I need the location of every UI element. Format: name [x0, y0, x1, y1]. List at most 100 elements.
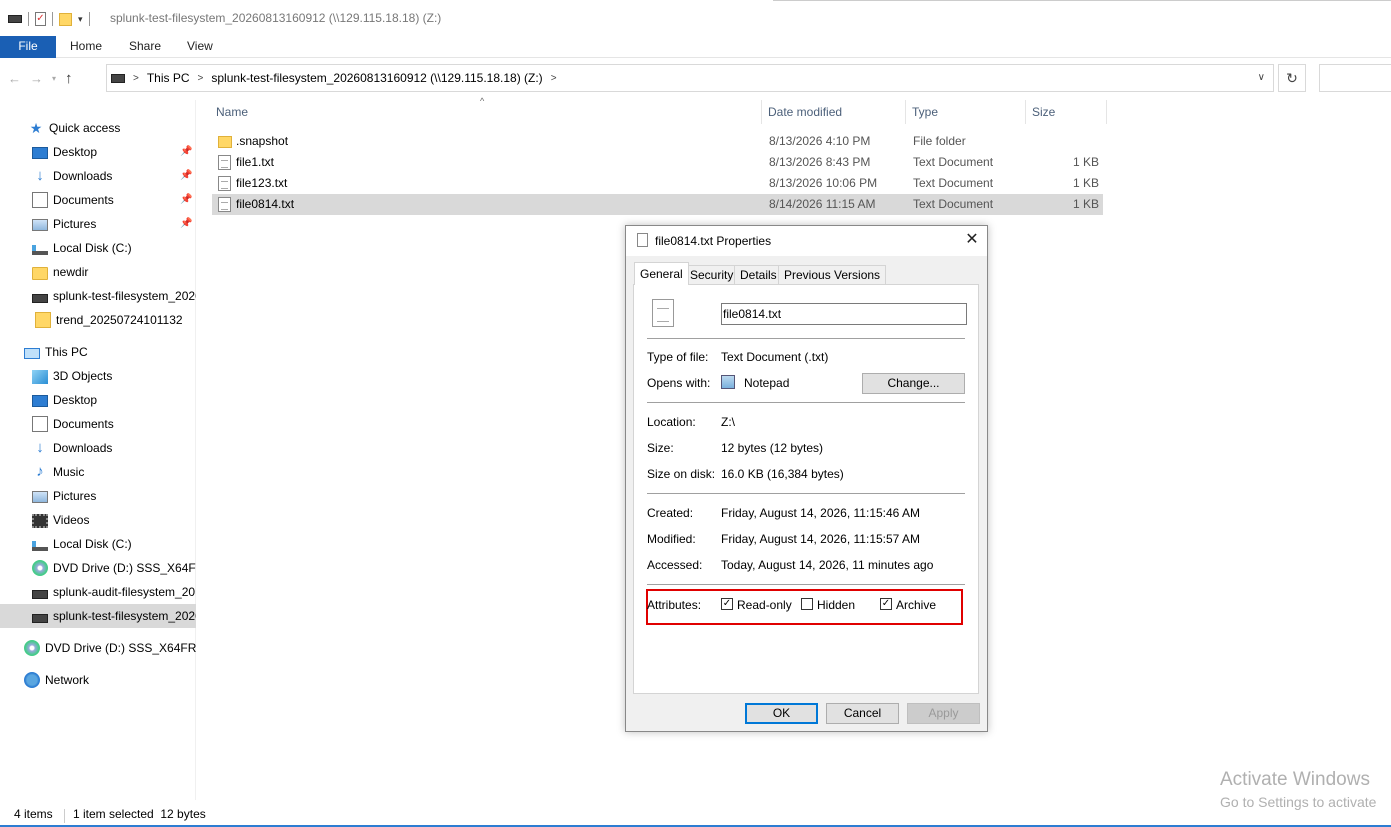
column-header-size[interactable]: Size [1028, 100, 1107, 124]
item-count: 4 items [14, 807, 53, 821]
navigation-buttons: ← → ▾ ↑ [8, 67, 73, 89]
folder-icon [32, 266, 48, 280]
desktop-icon [32, 395, 48, 407]
breadcrumb-drive[interactable]: splunk-test-filesystem_20260813160912 (\… [211, 71, 542, 85]
nav-item-documents[interactable]: Documents 📌 [0, 188, 196, 212]
nav-item-local-disk[interactable]: Local Disk (C:) [0, 236, 196, 260]
file-row[interactable]: file1.txt 8/13/2026 8:43 PM Text Documen… [212, 152, 1103, 173]
attributes-label: Attributes: [647, 598, 702, 612]
close-icon[interactable]: ✕ [957, 226, 987, 256]
nav-item-3d-objects[interactable]: 3D Objects [0, 364, 196, 388]
text-file-icon [218, 197, 231, 212]
nav-item-splunk-audit-filesystem[interactable]: splunk-audit-filesystem_20 [0, 580, 196, 604]
nav-item-dvd-drive-root[interactable]: DVD Drive (D:) SSS_X64FREE_ [0, 636, 196, 660]
tab-view[interactable]: View [187, 36, 213, 58]
nav-item-desktop[interactable]: Desktop 📌 [0, 140, 196, 164]
column-header-name[interactable]: Name [212, 100, 762, 124]
forward-arrow-icon[interactable]: → [30, 71, 43, 86]
nav-item-trend[interactable]: trend_20250724101132 [0, 308, 196, 332]
modified-label: Modified: [647, 532, 696, 546]
recent-locations-icon[interactable]: ▾ [52, 74, 56, 83]
new-folder-icon[interactable] [59, 12, 72, 26]
pc-icon [24, 347, 40, 359]
file-type: Text Document [913, 176, 994, 190]
address-bar[interactable]: > This PC > splunk-test-filesystem_20260… [106, 64, 1274, 92]
properties-dialog: file0814.txt Properties ✕ General Securi… [625, 225, 988, 732]
pin-icon: 📌 [180, 170, 193, 181]
file-name: file1.txt [236, 155, 275, 169]
nav-item-newdir[interactable]: newdir [0, 260, 196, 284]
general-tab-panel: Type of file: Text Document (.txt) Opens… [633, 284, 979, 694]
nav-item-network[interactable]: Network [0, 668, 196, 692]
nav-item-splunk-test-filesystem-selected[interactable]: splunk-test-filesystem_2026 [0, 604, 196, 628]
filename-field[interactable] [721, 303, 967, 325]
nav-item-music[interactable]: ♪ Music [0, 460, 196, 484]
documents-icon [32, 192, 48, 208]
archive-checkbox[interactable]: ✓ [880, 598, 892, 610]
modified-value: Friday, August 14, 2026, 11:15:57 AM [721, 532, 921, 546]
tab-security[interactable]: Security [684, 265, 740, 284]
chevron-down-icon[interactable]: ∨ [1258, 72, 1265, 83]
text-file-icon [652, 299, 674, 327]
search-input[interactable] [1319, 64, 1391, 92]
file-row[interactable]: file123.txt 8/13/2026 10:06 PM Text Docu… [212, 173, 1103, 194]
nav-item-videos[interactable]: Videos [0, 508, 196, 532]
ok-button[interactable]: OK [745, 703, 818, 724]
nav-item-pictures[interactable]: Pictures 📌 [0, 212, 196, 236]
apply-button[interactable]: Apply [907, 703, 980, 724]
nav-item-this-pc[interactable]: This PC [0, 340, 196, 364]
tab-file[interactable]: File [0, 36, 56, 58]
readonly-label: Read-only [737, 598, 792, 612]
chevron-right-icon[interactable]: > [551, 73, 557, 84]
hidden-checkbox[interactable] [801, 598, 813, 610]
network-icon [24, 672, 40, 688]
pin-icon: 📌 [180, 194, 193, 205]
file-row-selected[interactable]: file0814.txt 8/14/2026 11:15 AM Text Doc… [212, 194, 1103, 215]
nav-item-documents-pc[interactable]: Documents [0, 412, 196, 436]
readonly-checkbox[interactable]: ✓ [721, 598, 733, 610]
chevron-right-icon[interactable]: > [198, 73, 204, 84]
nav-item-downloads-pc[interactable]: ↓ Downloads [0, 436, 196, 460]
customize-toolbar-icon[interactable]: ▾ [78, 14, 83, 25]
selection-info: 1 item selected 12 bytes [73, 807, 206, 821]
nav-item-dvd-drive[interactable]: DVD Drive (D:) SSS_X64FREE [0, 556, 196, 580]
chevron-right-icon[interactable]: > [133, 73, 139, 84]
back-arrow-icon[interactable]: ← [8, 71, 21, 86]
desktop-icon [32, 147, 48, 159]
nav-item-pictures-pc[interactable]: Pictures [0, 484, 196, 508]
tab-share[interactable]: Share [129, 36, 161, 58]
drive-icon[interactable] [8, 15, 22, 23]
cancel-button[interactable]: Cancel [826, 703, 899, 724]
nav-item-splunk-test-filesystem[interactable]: splunk-test-filesystem_2026 [0, 284, 196, 308]
nav-item-desktop-pc[interactable]: Desktop [0, 388, 196, 412]
dialog-title-bar[interactable]: file0814.txt Properties ✕ [626, 226, 987, 256]
file-row[interactable]: .snapshot 8/13/2026 4:10 PM File folder [212, 131, 1103, 152]
nav-item-local-disk-pc[interactable]: Local Disk (C:) [0, 532, 196, 556]
location-value: Z:\ [721, 415, 735, 429]
notepad-icon [721, 375, 735, 389]
file-date: 8/13/2026 8:43 PM [769, 155, 871, 169]
change-button[interactable]: Change... [862, 373, 965, 394]
properties-icon[interactable]: ✓ [35, 12, 46, 26]
pictures-icon [32, 219, 48, 231]
column-header-type[interactable]: Type [908, 100, 1026, 124]
accessed-label: Accessed: [647, 558, 703, 572]
refresh-button[interactable]: ↻ [1278, 64, 1306, 92]
breadcrumb-this-pc[interactable]: This PC [147, 71, 190, 85]
column-header-date-modified[interactable]: Date modified [764, 100, 906, 124]
opens-with-label: Opens with: [647, 376, 711, 390]
up-arrow-icon[interactable]: ↑ [65, 70, 73, 87]
activation-watermark-title: Activate Windows [1220, 769, 1370, 790]
tab-general[interactable]: General [634, 262, 689, 285]
dialog-title: file0814.txt Properties [655, 234, 772, 248]
tab-details[interactable]: Details [734, 265, 783, 284]
tab-home[interactable]: Home [70, 36, 102, 58]
tab-previous-versions[interactable]: Previous Versions [778, 265, 887, 284]
created-value: Friday, August 14, 2026, 11:15:46 AM [721, 506, 921, 520]
file-name: .snapshot [236, 134, 289, 148]
opens-with-value: Notepad [744, 376, 790, 390]
text-file-icon [637, 233, 648, 247]
file-type: Text Document [913, 155, 994, 169]
nav-item-downloads[interactable]: ↓ Downloads 📌 [0, 164, 196, 188]
nav-item-quick-access[interactable]: ★ Quick access [0, 116, 196, 140]
